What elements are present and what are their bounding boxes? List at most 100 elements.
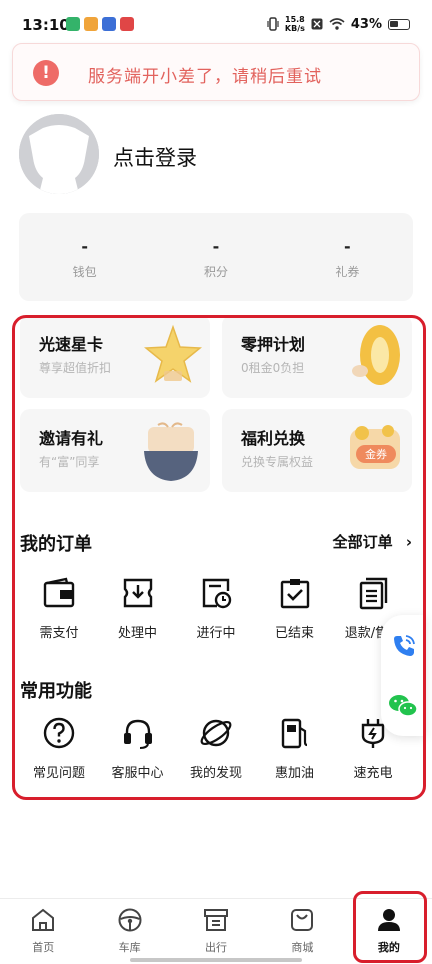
promo-title: 邀请有礼 [39,429,104,448]
tab-label: 商城 [291,941,314,954]
default-avatar-icon [19,114,99,194]
network-speed-value: 15.8 [285,15,305,24]
promo-subtitle: 尊享超值折扣 [39,361,112,375]
order-label: 处理中 [117,626,157,641]
phone-call-icon[interactable] [391,633,417,659]
home-icon [32,908,55,931]
order-in-progress[interactable]: 进行中 [177,576,255,641]
account-stats: - 钱包 - 积分 - 礼券 [19,213,413,301]
stat-label: 积分 [203,265,228,279]
promo-card-invite[interactable]: 邀请有礼 有“富”同享 [20,409,210,492]
bottom-tab-bar: 首页 车库 出行 商城 我的 [0,898,432,964]
tab-label: 出行 [205,941,228,954]
order-to-pay[interactable]: 需支付 [20,576,98,641]
tab-label: 我的 [377,941,400,954]
app-notification-icon [102,17,116,31]
all-orders-label: 全部订单 [332,533,393,551]
vibrate-icon [267,17,279,31]
stat-value: - [81,237,88,256]
clock-doc-icon [202,578,232,609]
promo-subtitle: 0租金0负担 [241,361,305,375]
tab-garage[interactable]: 车库 [86,899,172,964]
stat-wallet[interactable]: - 钱包 [19,213,150,301]
order-label: 进行中 [196,626,236,641]
chevron-right-icon: › [405,533,412,551]
gift-bag-icon [144,422,198,481]
app-notification-icon [66,17,80,31]
stat-value: - [212,237,220,256]
notification-icons [66,17,134,31]
promo-title: 零押计划 [241,335,306,354]
promo-card-zero-deposit[interactable]: 零押计划 0租金0负担 [222,315,412,398]
tab-home[interactable]: 首页 [0,899,86,964]
wifi-icon [329,18,345,30]
status-bar: 13:10 15.8 KB/s 43% [0,0,432,48]
stat-points[interactable]: - 积分 [150,213,281,301]
steering-wheel-icon [118,908,142,932]
order-label: 已结束 [274,626,314,641]
error-message: 服务端开小差了，请稍后重试 [88,67,322,87]
wallet-icon [43,577,75,608]
ticket-icon [123,578,152,608]
tab-label: 车库 [118,941,141,954]
avatar[interactable] [19,114,99,194]
nfc-icon [311,18,323,30]
tab-mall[interactable]: 商城 [259,899,345,964]
status-indicators: 15.8 KB/s 43% [267,15,410,33]
fuel-icon [281,718,307,749]
tab-travel[interactable]: 出行 [173,899,259,964]
promo-title: 光速星卡 [39,335,104,354]
star-icon [144,324,202,383]
orders-title: 我的订单 [20,534,92,555]
promo-subtitle: 兑换专属权益 [241,455,314,469]
order-status-row: 需支付 处理中 进行中 已结束 退款/售后 [20,576,412,641]
function-label: 客服中心 [111,766,164,781]
promo-card-star[interactable]: 光速星卡 尊享超值折扣 [20,315,210,398]
function-label: 我的发现 [189,766,242,781]
function-support[interactable]: 客服中心 [99,716,177,781]
floating-contact-panel [381,615,425,736]
coupon-wallet-icon: 金券 [350,425,400,469]
function-label: 惠加油 [274,766,314,781]
question-icon [43,717,75,749]
function-label: 速充电 [353,766,393,781]
archive-icon [204,909,229,931]
promo-card-redeem[interactable]: 福利兑换 兑换专属权益 金券 [222,409,412,492]
battery-percent: 43% [350,16,382,32]
check-clipboard-icon [280,579,309,609]
alert-icon: ! [33,60,59,86]
app-notification-icon [120,17,134,31]
battery-icon [388,18,410,30]
all-orders-link[interactable]: 全部订单 › [333,531,412,552]
user-icon [377,909,400,931]
promo-subtitle: 有“富”同享 [39,455,100,469]
function-fuel[interactable]: 惠加油 [256,716,334,781]
function-discover[interactable]: 我的发现 [177,716,255,781]
wechat-icon[interactable] [388,693,418,719]
tab-label: 首页 [32,941,55,954]
stat-label: 钱包 [72,265,97,279]
order-finished[interactable]: 已结束 [256,576,334,641]
functions-row: 常见问题 客服中心 我的发现 惠加油 速充电 [20,716,412,781]
tab-mine[interactable]: 我的 [346,899,432,964]
login-button[interactable]: 点击登录 [113,142,197,172]
error-toast: ! 服务端开小差了，请稍后重试 [12,43,420,101]
order-label: 需支付 [39,626,79,641]
stat-value: - [344,237,351,256]
coupon-badge: 金券 [365,447,387,461]
function-faq[interactable]: 常见问题 [20,716,98,781]
shopping-bag-icon [291,909,314,931]
order-processing[interactable]: 处理中 [99,576,177,641]
status-time: 13:10 [22,16,70,34]
refund-doc-icon [359,577,388,610]
promo-title: 福利兑换 [241,429,306,448]
weibo-notification-icon [84,17,98,31]
planet-icon [200,719,232,747]
network-speed: 15.8 KB/s [285,15,305,33]
stat-coupons[interactable]: - 礼券 [282,213,413,301]
stat-label: 礼券 [335,265,360,279]
function-label: 常见问题 [32,766,85,781]
gold-zero-icon [352,325,400,385]
headset-icon [123,719,152,749]
network-speed-unit: KB/s [284,24,305,33]
